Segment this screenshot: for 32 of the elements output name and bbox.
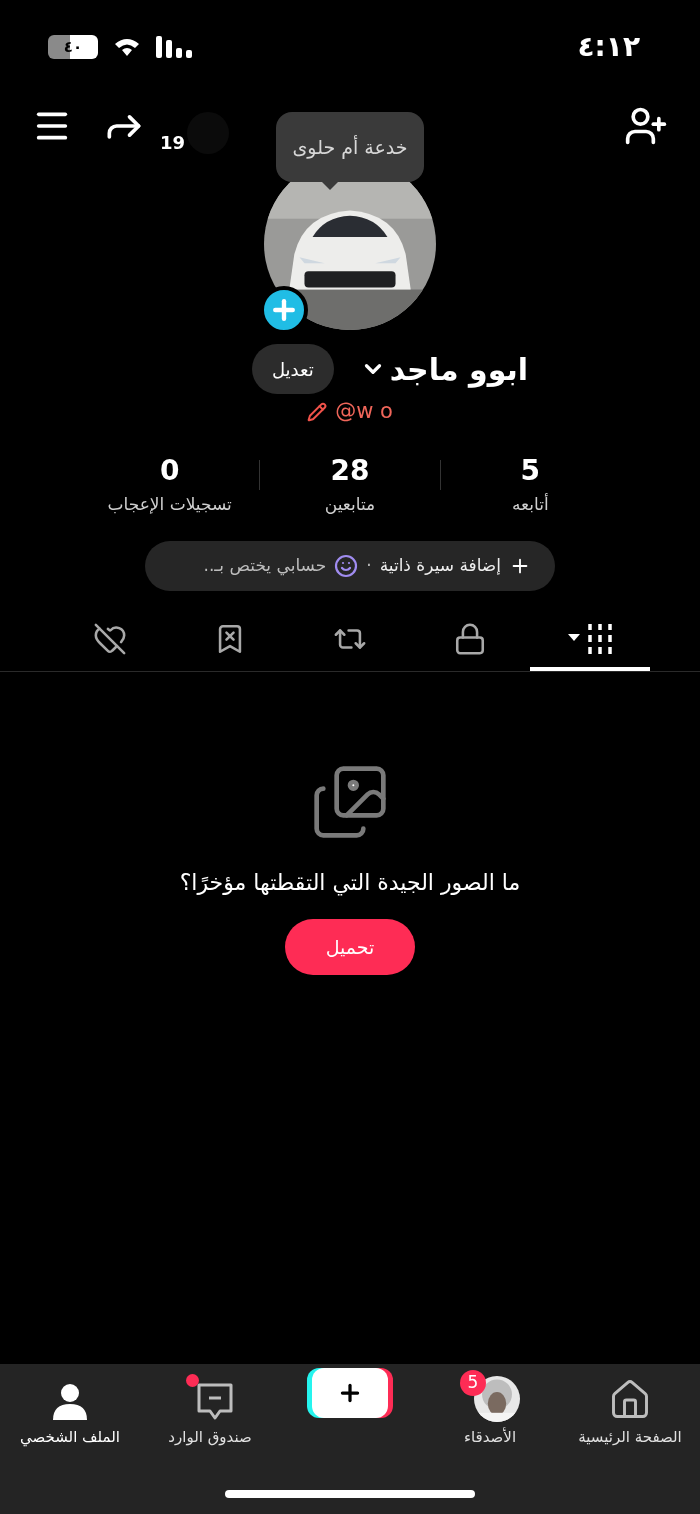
status-time: ٤:١٢: [577, 29, 640, 65]
nav-tab[interactable]: صندوق الوارد: [140, 1368, 280, 1449]
profile-name: ابوو ماجد: [389, 350, 528, 390]
separator-dot: ·: [366, 554, 372, 578]
wifi-icon: [114, 37, 140, 57]
stat-label: تسجيلات الإعجاب: [107, 492, 232, 516]
nav-tab[interactable]: الصفحة الرئيسية: [560, 1368, 700, 1449]
stat-label: متابعين: [324, 492, 376, 516]
lock-icon: [453, 622, 487, 656]
upload-button[interactable]: تحميل: [285, 919, 415, 975]
share-count: 19: [160, 131, 186, 155]
nav-tab[interactable]: الملف الشخصي: [0, 1368, 140, 1449]
bio-pill[interactable]: إضافة سيرة ذاتية · حسابي يختص بـ..: [145, 541, 555, 591]
signal-icon: [156, 36, 192, 58]
username: @w o: [335, 398, 393, 425]
person-icon: [50, 1382, 90, 1422]
stat-value: 0: [159, 452, 180, 489]
inbox-icon: [196, 1382, 234, 1422]
notification-badge: 5: [460, 1370, 486, 1396]
tooltip-bubble: خدعة أم حلوى: [276, 112, 424, 182]
stat-value: 5: [520, 452, 541, 489]
empty-message: ما الصور الجيدة التي التقطتها مؤخرًا؟: [179, 869, 521, 898]
stat-value: 28: [330, 452, 370, 489]
bio-suggestion: حسابي يختص بـ..: [203, 554, 327, 578]
edit-button[interactable]: تعديل: [251, 344, 334, 394]
grid-dropdown-icon: [566, 622, 614, 656]
add-bio-label: إضافة سيرة ذاتية: [379, 554, 501, 578]
stat-label: أتابعه: [512, 492, 549, 516]
heart-off-icon: [93, 622, 127, 656]
battery-level: ٤٠: [63, 36, 83, 58]
smiley-icon: [334, 554, 359, 578]
pencil-icon[interactable]: [307, 401, 328, 422]
